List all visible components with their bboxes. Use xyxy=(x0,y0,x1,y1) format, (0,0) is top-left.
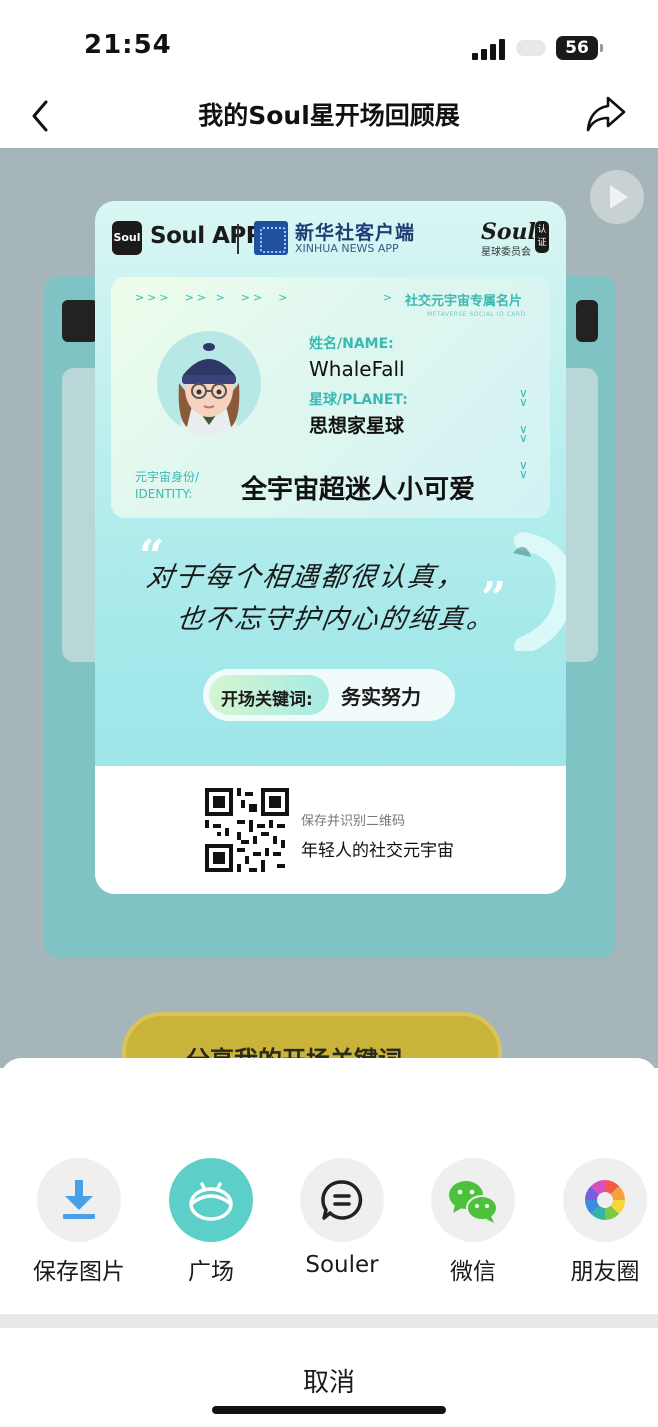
keyword-pill: 开场关键词: 务实努力 xyxy=(203,669,455,721)
planet-committee-label: 星球委员会 xyxy=(481,247,531,258)
share-item-label: 保存图片 xyxy=(33,1259,125,1285)
qr-code xyxy=(205,788,289,872)
card-type-en-label: METAVERSE SOCIAL ID CARD xyxy=(427,311,526,318)
background-cert-badge xyxy=(576,300,598,342)
identity-label: 元宇宙身份/ IDENTITY: xyxy=(135,469,199,503)
chat-bubble-icon[interactable] xyxy=(300,1158,384,1242)
share-item-label: 广场 xyxy=(188,1259,234,1285)
share-moments[interactable]: 朋友圈 xyxy=(540,1158,658,1288)
signal-icon xyxy=(472,38,508,60)
page-title: 我的Soul星开场回顾展 xyxy=(198,101,460,130)
keyword-label-box: 开场关键词: xyxy=(209,675,329,715)
share-targets-row: 保存图片 广场 Souler 微信 朋友圈 xyxy=(0,1058,658,1314)
cancel-label: 取消 xyxy=(302,1368,355,1398)
soul-brand-logo: Soul xyxy=(481,219,536,245)
soul-app-label: Soul APP xyxy=(150,223,263,249)
decor-arrow-icon: > xyxy=(383,291,393,304)
nav-bar: 我的Soul星开场回顾展 xyxy=(0,90,658,148)
battery-icon: 56 xyxy=(556,36,603,60)
xinhua-name-en: XINHUA NEWS APP xyxy=(295,242,399,255)
identity-label-en: IDENTITY: xyxy=(135,487,193,501)
card-type-label: 社交元宇宙专属名片 xyxy=(405,294,523,309)
keyword-value: 务实努力 xyxy=(341,685,421,709)
xinhua-name-cn: 新华社客户端 xyxy=(295,222,416,244)
soul-logo-icon: Soul xyxy=(112,221,142,255)
square-planet-icon[interactable] xyxy=(169,1158,253,1242)
avatar-illustration xyxy=(178,343,240,435)
planet-label: 星球/PLANET: xyxy=(309,392,408,408)
qr-hint: 保存并识别二维码 xyxy=(301,814,406,829)
chevron-down-icon: ∨ ∨ xyxy=(519,422,528,445)
quote-line-1: 对于每个相遇都很认真， xyxy=(144,562,468,593)
card-footer: 保存并识别二维码 年轻人的社交元宇宙 xyxy=(95,766,566,894)
decor-swirl-icon xyxy=(513,532,566,651)
chevron-down-icon: ∨ ∨ xyxy=(519,458,528,481)
share-square[interactable]: 广场 xyxy=(146,1158,276,1288)
quote-line-2: 也不忘守护内心的纯真。 xyxy=(174,604,498,635)
cert-badge: 认证 xyxy=(535,221,549,253)
planet-value: 思想家星球 xyxy=(309,415,405,437)
avatar xyxy=(157,331,261,435)
share-item-label: Souler xyxy=(305,1252,379,1278)
name-label: 姓名/NAME: xyxy=(309,336,394,352)
header-divider xyxy=(237,224,239,254)
name-value: WhaleFall xyxy=(309,357,405,381)
metaverse-id-card: Soul Soul APP 新华社客户端 XINHUA NEWS APP Sou… xyxy=(95,201,566,894)
share-save-image[interactable]: 保存图片 xyxy=(14,1158,144,1288)
chevron-down-icon: ∨ ∨ xyxy=(519,386,528,409)
share-item-label: 微信 xyxy=(450,1259,496,1285)
carrier-label xyxy=(516,40,546,56)
status-time: 21:54 xyxy=(84,30,172,60)
share-souler[interactable]: Souler xyxy=(277,1158,407,1288)
share-wechat[interactable]: 微信 xyxy=(408,1158,538,1288)
background-soul-logo xyxy=(62,300,98,342)
keyword-label: 开场关键词: xyxy=(221,690,313,710)
moments-icon[interactable] xyxy=(563,1158,647,1242)
share-icon[interactable] xyxy=(584,92,628,136)
id-info-panel: >>> >> > >> > > 社交元宇宙专属名片 METAVERSE SOCI… xyxy=(111,277,550,518)
sheet-separator xyxy=(0,1314,658,1328)
share-sheet: 保存图片 广场 Souler 微信 朋友圈 取消 xyxy=(0,1058,658,1427)
identity-value: 全宇宙超迷人小可爱 xyxy=(241,475,476,505)
share-item-label: 朋友圈 xyxy=(570,1259,640,1285)
download-icon[interactable] xyxy=(37,1158,121,1242)
play-icon xyxy=(590,170,644,224)
identity-label-cn: 元宇宙身份/ xyxy=(135,470,200,484)
quote-close-icon: ” xyxy=(481,573,507,624)
status-bar: 21:54 56 xyxy=(0,0,658,90)
home-indicator xyxy=(212,1406,446,1414)
xinhua-logo-icon xyxy=(254,221,288,255)
wechat-icon[interactable] xyxy=(431,1158,515,1242)
decor-arrows-icon: >>> >> > >> > xyxy=(135,291,291,304)
slogan-text: 年轻人的社交元宇宙 xyxy=(301,841,454,861)
